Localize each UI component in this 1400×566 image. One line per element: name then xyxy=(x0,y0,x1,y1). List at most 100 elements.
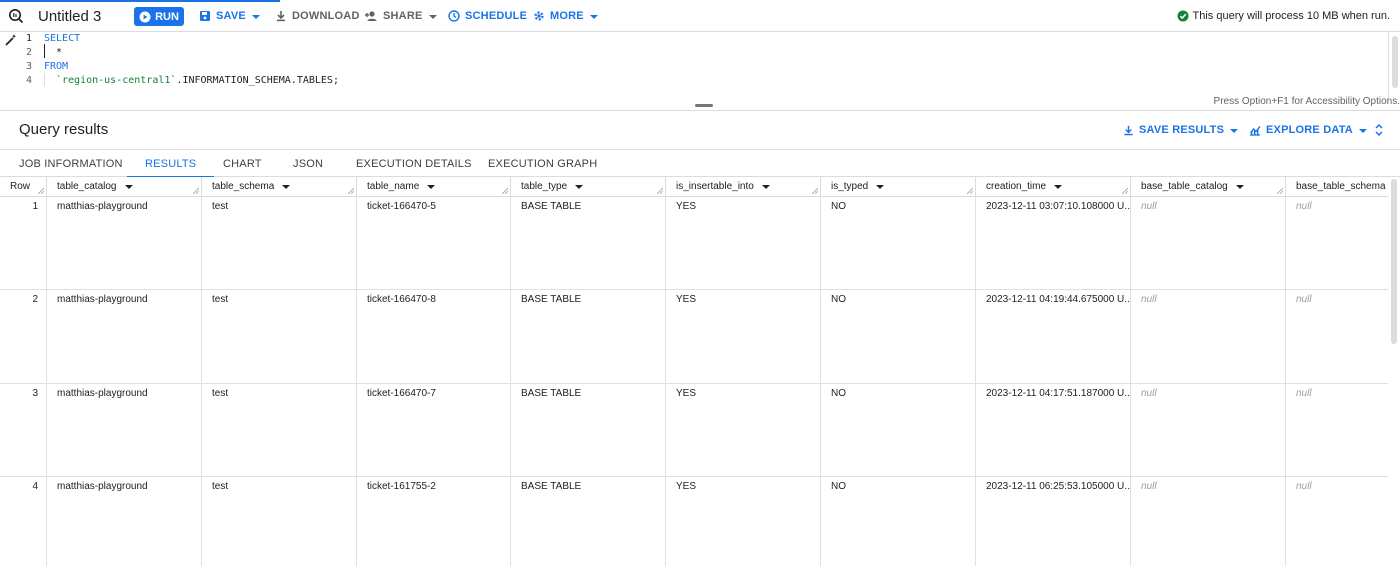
sql-editor[interactable]: 1 SELECT 2 * 3 FROM 4 `region-us-central… xyxy=(0,32,1400,110)
scrollbar-thumb[interactable] xyxy=(1392,36,1398,88)
sort-menu-icon[interactable] xyxy=(282,185,291,189)
table-cell[interactable]: ticket-166470-8 xyxy=(357,294,511,305)
table-cell[interactable]: ticket-161755-2 xyxy=(357,481,511,492)
table-cell[interactable]: NO xyxy=(821,201,976,212)
column-header-table-type[interactable]: table_type xyxy=(511,177,666,197)
table-cell[interactable]: NO xyxy=(821,388,976,399)
column-resize-icon[interactable] xyxy=(657,188,663,194)
column-header-base-table-schema[interactable]: base_table_schema xyxy=(1286,177,1388,197)
column-resize-icon[interactable] xyxy=(38,188,44,194)
table-cell[interactable]: ticket-166470-5 xyxy=(357,201,511,212)
run-button[interactable]: RUN xyxy=(134,7,184,26)
table-cell[interactable]: YES xyxy=(666,481,821,492)
results-tabs: JOB INFORMATION RESULTS CHART JSON EXECU… xyxy=(0,149,1400,178)
more-button[interactable]: MORE xyxy=(533,0,598,32)
table-cell[interactable]: matthias-playground xyxy=(47,294,202,305)
table-cell[interactable]: BASE TABLE xyxy=(511,388,666,399)
column-header-table-catalog[interactable]: table_catalog xyxy=(47,177,202,197)
tab-json[interactable]: JSON xyxy=(293,150,323,177)
column-divider xyxy=(201,197,202,566)
save-button[interactable]: SAVE xyxy=(199,0,260,32)
table-cell[interactable]: YES xyxy=(666,201,821,212)
column-header-creation-time[interactable]: creation_time xyxy=(976,177,1131,197)
table-cell[interactable]: test xyxy=(202,481,357,492)
table-cell[interactable]: null xyxy=(1131,201,1286,212)
tab-execution-graph[interactable]: EXECUTION GRAPH xyxy=(488,150,597,177)
column-resize-icon[interactable] xyxy=(1277,188,1283,194)
sort-menu-icon[interactable] xyxy=(124,185,133,189)
sort-menu-icon[interactable] xyxy=(876,185,885,189)
expand-collapse-button[interactable] xyxy=(1373,119,1390,141)
check-circle-icon xyxy=(1177,10,1189,22)
editor-scrollbar[interactable] xyxy=(1388,32,1400,102)
table-cell[interactable]: test xyxy=(202,294,357,305)
table-cell[interactable]: test xyxy=(202,388,357,399)
column-header-row[interactable]: Row xyxy=(0,177,47,197)
table-cell[interactable]: null xyxy=(1131,294,1286,305)
table-cell[interactable]: BASE TABLE xyxy=(511,201,666,212)
sort-menu-icon[interactable] xyxy=(575,185,584,189)
table-cell[interactable]: 2023-12-11 04:17:51.187000 U... xyxy=(976,388,1131,399)
schedule-button[interactable]: SCHEDULE xyxy=(448,0,527,32)
table-cell[interactable]: null xyxy=(1131,481,1286,492)
table-cell[interactable]: 2023-12-11 06:25:53.105000 U... xyxy=(976,481,1131,492)
column-resize-icon[interactable] xyxy=(502,188,508,194)
table-cell[interactable]: test xyxy=(202,201,357,212)
sort-menu-icon[interactable] xyxy=(1235,185,1244,189)
table-cell[interactable]: YES xyxy=(666,294,821,305)
column-header-base-table-catalog[interactable]: base_table_catalog xyxy=(1131,177,1286,197)
table-cell[interactable]: null xyxy=(1286,388,1388,399)
column-header-table-schema[interactable]: table_schema xyxy=(202,177,357,197)
download-icon xyxy=(277,11,285,22)
table-cell[interactable]: null xyxy=(1131,388,1286,399)
column-resize-icon[interactable] xyxy=(967,188,973,194)
row-number[interactable]: 2 xyxy=(0,294,47,305)
scrollbar-thumb[interactable] xyxy=(1391,179,1397,344)
results-scrollbar[interactable] xyxy=(1388,177,1400,566)
tab-results[interactable]: RESULTS xyxy=(126,150,215,178)
table-cell[interactable]: BASE TABLE xyxy=(511,481,666,492)
table-cell[interactable]: matthias-playground xyxy=(47,388,202,399)
schedule-label: SCHEDULE xyxy=(465,10,528,22)
table-cell[interactable]: BASE TABLE xyxy=(511,294,666,305)
table-cell[interactable]: matthias-playground xyxy=(47,201,202,212)
share-button[interactable]: SHARE xyxy=(364,0,437,32)
chevron-down-icon xyxy=(251,14,260,19)
sort-menu-icon[interactable] xyxy=(427,185,436,189)
query-title[interactable]: Untitled 3 xyxy=(38,0,101,32)
sort-menu-icon[interactable] xyxy=(1054,185,1063,189)
explore-data-button[interactable]: EXPLORE DATA xyxy=(1249,119,1367,141)
column-header-is-insertable-into[interactable]: is_insertable_into xyxy=(666,177,821,197)
table-cell[interactable]: ticket-166470-7 xyxy=(357,388,511,399)
tab-chart[interactable]: CHART xyxy=(223,150,262,177)
tab-execution-details[interactable]: EXECUTION DETAILS xyxy=(356,150,472,177)
table-cell[interactable]: 2023-12-11 03:07:10.108000 U... xyxy=(976,201,1131,212)
column-resize-icon[interactable] xyxy=(812,188,818,194)
accessibility-hint: Press Option+F1 for Accessibility Option… xyxy=(1213,96,1400,107)
column-header-table-name[interactable]: table_name xyxy=(357,177,511,197)
table-cell[interactable]: 2023-12-11 04:19:44.675000 U... xyxy=(976,294,1131,305)
save-results-button[interactable]: SAVE RESULTS xyxy=(1123,119,1239,141)
download-button[interactable]: DOWNLOAD xyxy=(275,0,360,32)
sort-menu-icon[interactable] xyxy=(761,185,770,189)
indent-guide xyxy=(44,73,45,86)
table-cell[interactable]: matthias-playground xyxy=(47,481,202,492)
row-divider xyxy=(0,383,1388,384)
column-resize-icon[interactable] xyxy=(193,188,199,194)
table-cell[interactable]: NO xyxy=(821,481,976,492)
table-cell[interactable]: null xyxy=(1286,201,1388,212)
table-cell[interactable]: YES xyxy=(666,388,821,399)
table-cell[interactable]: NO xyxy=(821,294,976,305)
column-resize-icon[interactable] xyxy=(348,188,354,194)
resize-handle[interactable] xyxy=(695,104,713,107)
explore-data-label: EXPLORE DATA xyxy=(1266,124,1353,136)
table-cell[interactable]: null xyxy=(1286,294,1388,305)
column-resize-icon[interactable] xyxy=(1122,188,1128,194)
table-cell[interactable]: null xyxy=(1286,481,1388,492)
column-header-label: creation_time xyxy=(986,181,1047,192)
row-number[interactable]: 4 xyxy=(0,481,47,492)
tab-job-information[interactable]: JOB INFORMATION xyxy=(19,150,123,177)
row-number[interactable]: 3 xyxy=(0,388,47,399)
column-header-is-typed[interactable]: is_typed xyxy=(821,177,976,197)
row-number[interactable]: 1 xyxy=(0,201,47,212)
